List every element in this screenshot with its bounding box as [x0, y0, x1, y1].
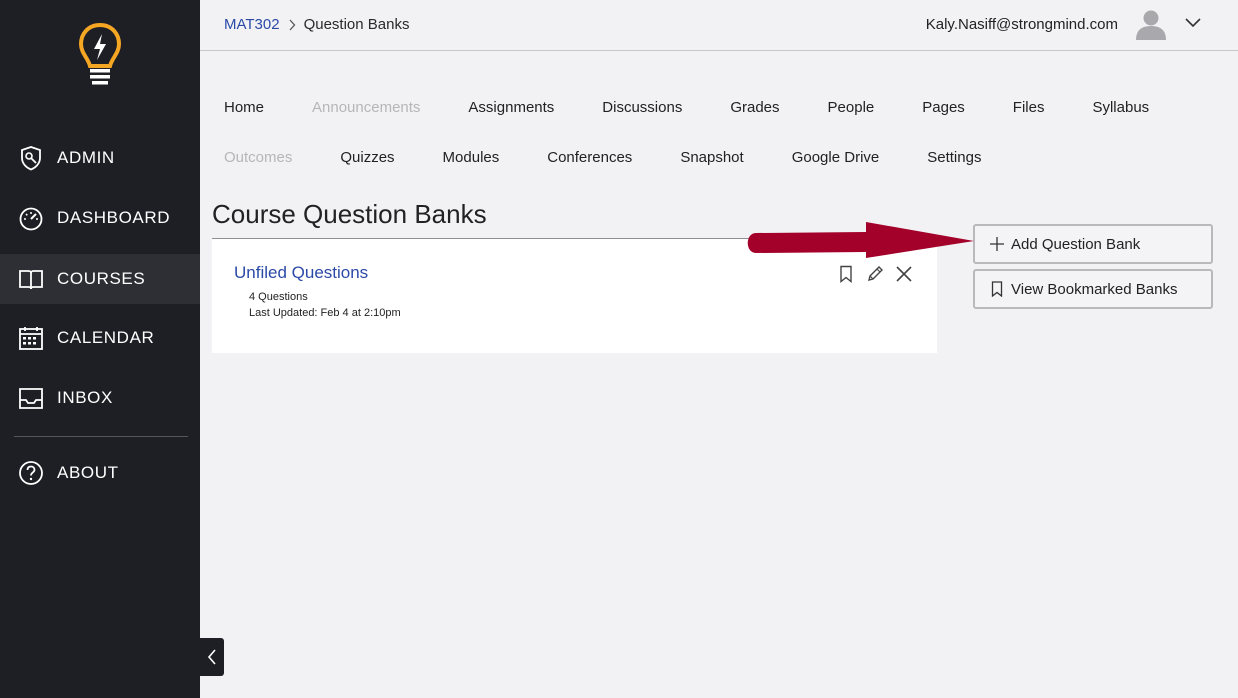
close-icon[interactable] [895, 265, 913, 283]
sidebar-item-label: ADMIN [57, 148, 115, 167]
sidebar-item-dashboard[interactable]: DASHBOARD [0, 193, 200, 243]
bank-last-updated: Last Updated: Feb 4 at 2:10pm [249, 307, 401, 319]
tab-home[interactable]: Home [224, 99, 264, 116]
tab-outcomes: Outcomes [224, 149, 293, 166]
add-question-bank-button[interactable]: Add Question Bank [973, 224, 1213, 264]
sidebar-item-label: COURSES [57, 269, 146, 288]
pencil-icon[interactable] [866, 265, 884, 283]
tab-snapshot[interactable]: Snapshot [680, 149, 743, 166]
sidebar-item-label: ABOUT [57, 463, 119, 482]
calendar-icon [18, 325, 44, 351]
lightbulb-logo-icon[interactable] [78, 22, 122, 88]
tab-grades[interactable]: Grades [730, 99, 779, 116]
sidebar-item-label: CALENDAR [57, 328, 155, 347]
page-title: Course Question Banks [212, 199, 487, 229]
add-question-bank-label: Add Question Bank [1011, 235, 1141, 253]
breadcrumb-current: Question Banks [303, 16, 410, 33]
bookmark-icon[interactable] [837, 265, 855, 283]
inbox-icon [18, 385, 44, 411]
tab-announcements: Announcements [312, 99, 421, 116]
bank-actions [826, 265, 913, 283]
sidebar-item-inbox[interactable]: INBOX [0, 373, 200, 423]
tab-conferences[interactable]: Conferences [547, 149, 632, 166]
view-bookmarked-banks-label: View Bookmarked Banks [1011, 280, 1178, 298]
user-avatar-icon[interactable] [1134, 7, 1168, 41]
tab-syllabus[interactable]: Syllabus [1092, 99, 1149, 116]
sidebar-item-label: INBOX [57, 388, 113, 407]
sidebar-divider [14, 436, 188, 437]
course-nav-row-2: Outcomes Quizzes Modules Conferences Sna… [224, 149, 1029, 166]
shield-icon [18, 145, 44, 171]
tab-quizzes[interactable]: Quizzes [340, 149, 394, 166]
collapse-sidebar-button[interactable] [200, 638, 224, 676]
plus-icon [989, 236, 1005, 252]
tab-settings[interactable]: Settings [927, 149, 981, 166]
top-header: MAT302 Question Banks Kaly.Nasiff@strong… [200, 0, 1238, 51]
tab-pages[interactable]: Pages [922, 99, 965, 116]
tab-google-drive[interactable]: Google Drive [792, 149, 880, 166]
chevron-down-icon[interactable] [1184, 16, 1202, 30]
chevron-left-icon [207, 649, 216, 665]
question-bank-card: Unfiled Questions 4 Questions Last Updat… [212, 239, 937, 353]
tab-people[interactable]: People [828, 99, 875, 116]
tab-discussions[interactable]: Discussions [602, 99, 682, 116]
breadcrumb-course-link[interactable]: MAT302 [224, 16, 280, 33]
sidebar-item-calendar[interactable]: CALENDAR [0, 313, 200, 363]
breadcrumb: MAT302 Question Banks [224, 16, 409, 33]
chevron-right-icon [288, 19, 296, 31]
course-nav-row-1: Home Announcements Assignments Discussio… [224, 99, 1197, 116]
tab-files[interactable]: Files [1013, 99, 1045, 116]
user-email: Kaly.Nasiff@strongmind.com [925, 16, 1118, 33]
help-icon [18, 460, 44, 486]
tab-assignments[interactable]: Assignments [468, 99, 554, 116]
sidebar-item-admin[interactable]: ADMIN [0, 133, 200, 183]
sidebar-item-label: DASHBOARD [57, 208, 171, 227]
speedometer-icon [18, 205, 44, 231]
sidebar-item-about[interactable]: ABOUT [0, 448, 200, 498]
sidebar: ADMIN DASHBOARD COURSES CALENDAR INBOX A… [0, 0, 200, 698]
view-bookmarked-banks-button[interactable]: View Bookmarked Banks [973, 269, 1213, 309]
book-icon [18, 266, 44, 292]
bookmark-icon [989, 281, 1005, 297]
sidebar-item-courses[interactable]: COURSES [0, 254, 200, 304]
bank-question-count: 4 Questions [249, 291, 308, 303]
bank-title-link[interactable]: Unfiled Questions [234, 263, 368, 283]
tab-modules[interactable]: Modules [443, 149, 500, 166]
